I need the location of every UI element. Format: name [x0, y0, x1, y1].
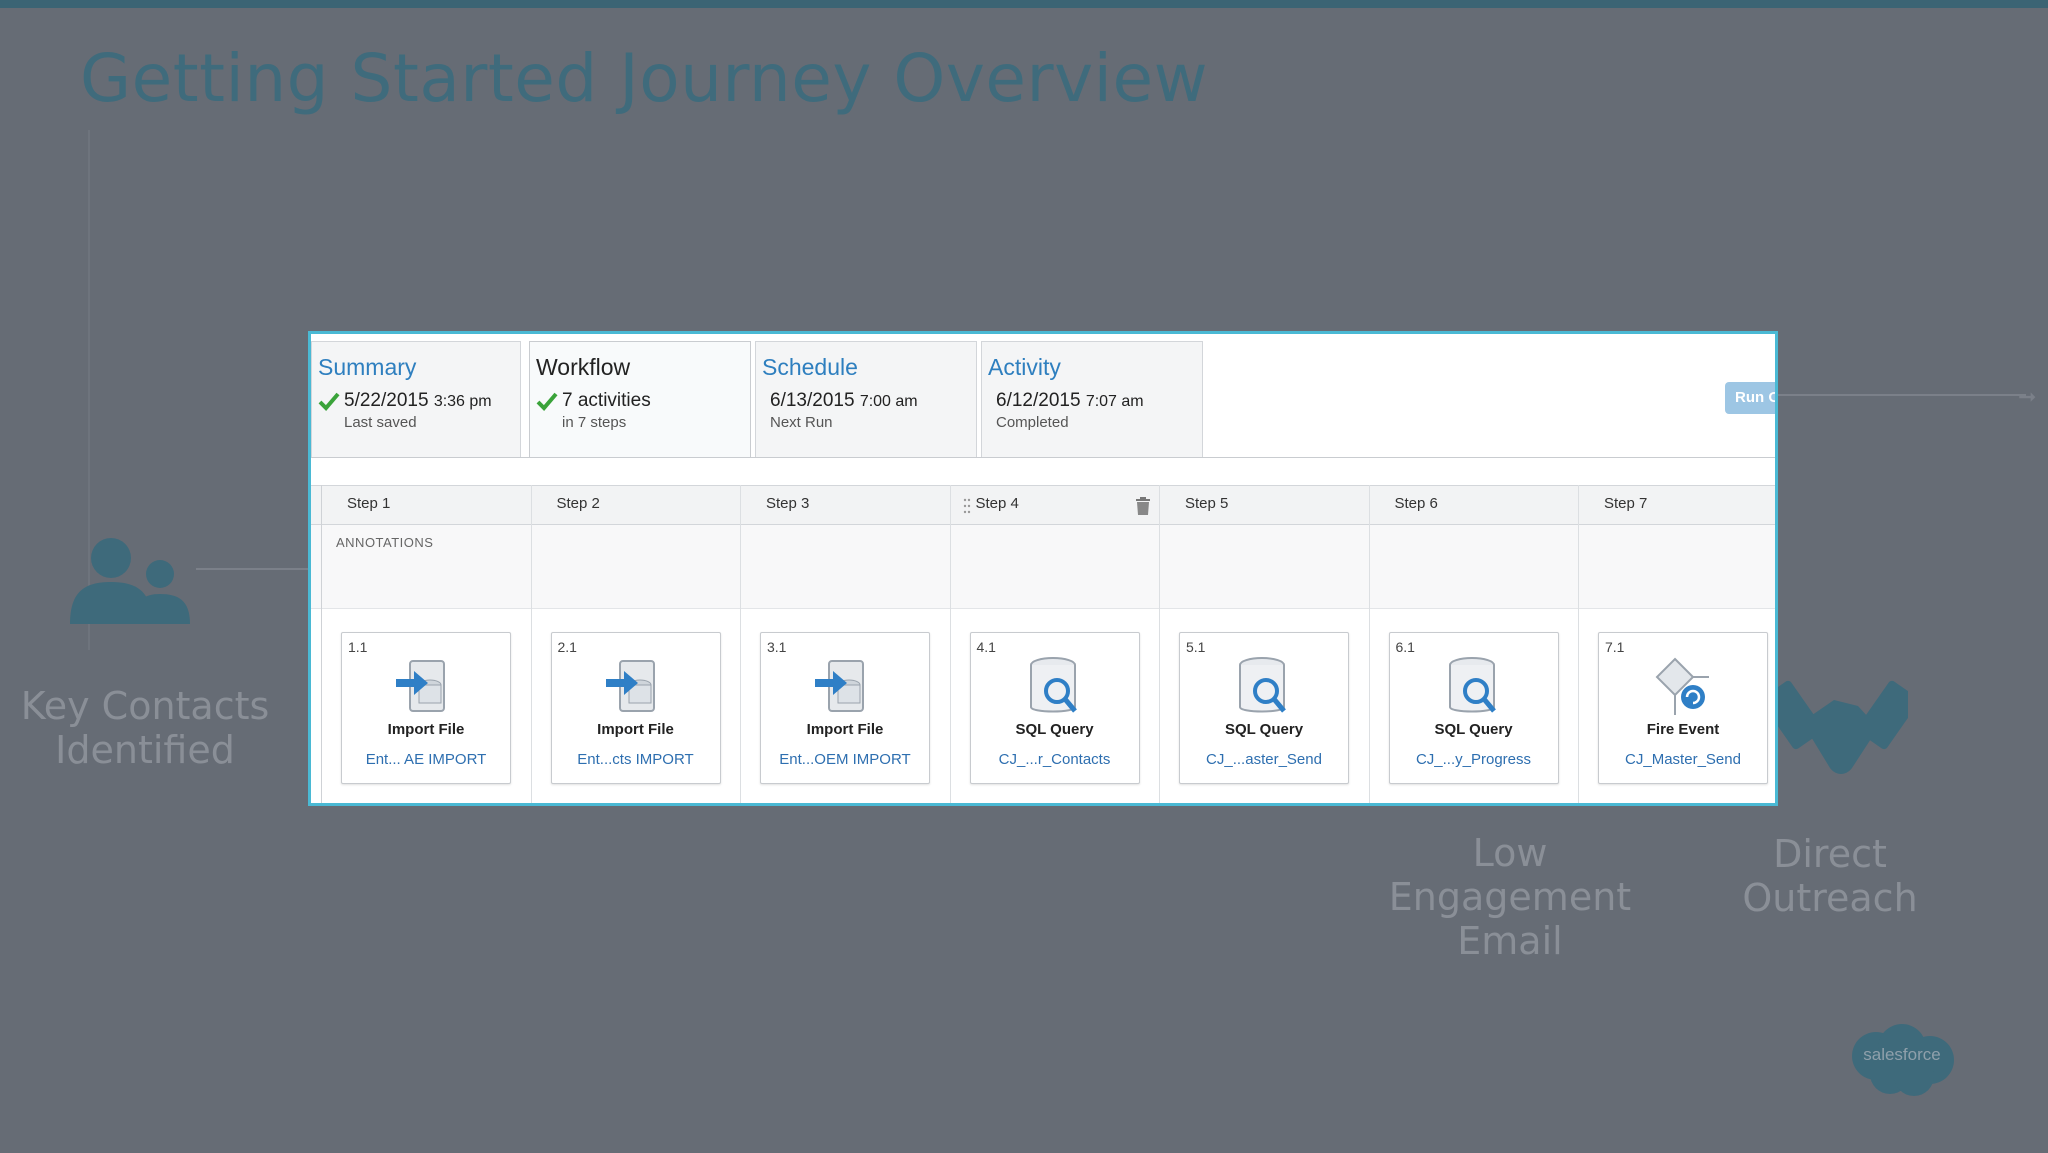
step-header-1: Step 1: [347, 495, 391, 512]
key-contacts-label: Key Contacts Identified: [20, 684, 270, 772]
step-column-divider: [949, 485, 951, 803]
left-edge-divider: [321, 485, 322, 803]
activity-type: Fire Event: [1646, 721, 1720, 738]
step-header-4: Step 4: [975, 495, 1019, 512]
low-engagement-label: Low Engagement Email: [1388, 831, 1632, 963]
tab-title: Schedule: [762, 354, 858, 380]
activity-name-link[interactable]: Ent...OEM IMPORT: [761, 751, 929, 768]
activity-type: Import File: [387, 721, 465, 738]
activity-name-link[interactable]: Ent...cts IMPORT: [552, 751, 720, 768]
activity-type: Import File: [597, 721, 674, 738]
tab-subtitle: Last saved: [344, 414, 417, 431]
tab-subtitle: in 7 steps: [562, 414, 627, 431]
step-column-divider: [1159, 485, 1160, 803]
tab-title: Activity: [988, 354, 1061, 380]
activity-number: 1.1: [348, 639, 368, 655]
people-icon: [70, 538, 190, 624]
step-header-2: Step 2: [556, 495, 600, 512]
drag-handle-icon[interactable]: [963, 497, 971, 515]
activity-type: SQL Query: [1224, 721, 1304, 738]
activity-number: 5.1: [1186, 639, 1206, 655]
handshake-icon: [1772, 680, 1908, 774]
tab-workflow[interactable]: Workflow 7 activities in 7 steps: [529, 341, 751, 457]
activity-name-link[interactable]: CJ_Master_Send: [1599, 751, 1767, 768]
tab-summary[interactable]: Summary 5/22/2015 3:36 pm Last saved: [311, 341, 521, 457]
step-column-divider: [1368, 485, 1370, 803]
sql-query-icon: [1442, 655, 1506, 719]
step-header-6: Step 6: [1394, 495, 1438, 512]
activity-name-link[interactable]: CJ_...y_Progress: [1390, 751, 1558, 768]
sql-query-icon: [1023, 655, 1087, 719]
tab-subtitle: Next Run: [770, 414, 833, 431]
tab-subtitle: Completed: [996, 414, 1069, 431]
tab-main-value: 5/22/2015 3:36 pm: [344, 390, 492, 411]
tab-divider: [311, 457, 1775, 458]
activity-card[interactable]: 5.1 SQL Query CJ_...aster_Send: [1179, 632, 1349, 784]
import-file-icon: [813, 655, 877, 719]
tab-activity[interactable]: Activity 6/12/2015 7:07 am Completed: [981, 341, 1203, 457]
activity-card[interactable]: 6.1 SQL Query CJ_...y_Progress: [1388, 632, 1559, 784]
tab-main-value: 6/13/2015 7:00 am: [770, 390, 918, 411]
run-once-button[interactable]: Run O: [1725, 382, 1775, 414]
checkmark-icon: [536, 392, 558, 411]
activity-card[interactable]: 4.1 SQL Query CJ_...r_Contacts: [969, 632, 1140, 784]
step-column-divider: [1578, 485, 1579, 803]
import-file-icon: [604, 655, 668, 719]
activity-type: SQL Query: [1434, 721, 1513, 738]
import-file-icon: [394, 655, 458, 719]
activity-name-link[interactable]: CJ_...r_Contacts: [971, 751, 1139, 768]
activity-number: 2.1: [557, 639, 577, 655]
activity-card[interactable]: 7.1 Fire Event CJ_Master_Send: [1598, 632, 1768, 784]
tab-schedule[interactable]: Schedule 6/13/2015 7:00 am Next Run: [755, 341, 977, 457]
activity-card[interactable]: 3.1 Import File Ent...OEM IMPORT: [760, 632, 930, 784]
step-column-divider: [530, 485, 532, 803]
fire-event-icon: [1651, 655, 1715, 719]
automation-studio-panel: Summary 5/22/2015 3:36 pm Last saved Workfl…: [308, 331, 1778, 806]
step-header-5: Step 5: [1185, 495, 1229, 512]
activity-number: 4.1: [976, 639, 996, 655]
direct-outreach-label: Direct Outreach: [1742, 832, 1918, 920]
tab-main-value: 7 activities: [562, 390, 651, 411]
activity-card[interactable]: 1.1 Import File Ent... AE IMPORT: [341, 632, 511, 784]
connector-line-right: [1776, 394, 2026, 396]
step-header-3: Step 3: [766, 495, 810, 512]
annotations-label: ANNOTATIONS: [336, 535, 434, 550]
activity-number: 3.1: [767, 639, 787, 655]
step-header-7: Step 7: [1604, 495, 1648, 512]
tab-bar: Summary 5/22/2015 3:36 pm Last saved Workfl…: [311, 334, 1775, 458]
activity-number: 6.1: [1395, 639, 1415, 655]
salesforce-logo-text: salesforce: [1863, 1045, 1941, 1064]
top-accent-bar: [0, 0, 2048, 8]
arrow-right-icon: ➞: [2018, 384, 2037, 409]
connector-line-left: [196, 568, 312, 570]
slide-title: Getting Started Journey Overview: [80, 40, 1209, 117]
activity-name-link[interactable]: Ent... AE IMPORT: [342, 751, 510, 768]
activity-type: Import File: [806, 721, 884, 738]
activity-name-link[interactable]: CJ_...aster_Send: [1180, 751, 1348, 768]
step-column-divider: [740, 485, 741, 803]
tab-title: Workflow: [536, 354, 631, 380]
sql-query-icon: [1232, 655, 1296, 719]
activity-number: 7.1: [1605, 639, 1625, 655]
trash-icon[interactable]: [1135, 497, 1151, 515]
activity-type: SQL Query: [1015, 721, 1094, 738]
tab-main-value: 6/12/2015 7:07 am: [996, 390, 1144, 411]
checkmark-icon: [318, 392, 340, 411]
activity-card[interactable]: 2.1 Import File Ent...cts IMPORT: [550, 632, 721, 784]
tab-title: Summary: [318, 354, 417, 380]
